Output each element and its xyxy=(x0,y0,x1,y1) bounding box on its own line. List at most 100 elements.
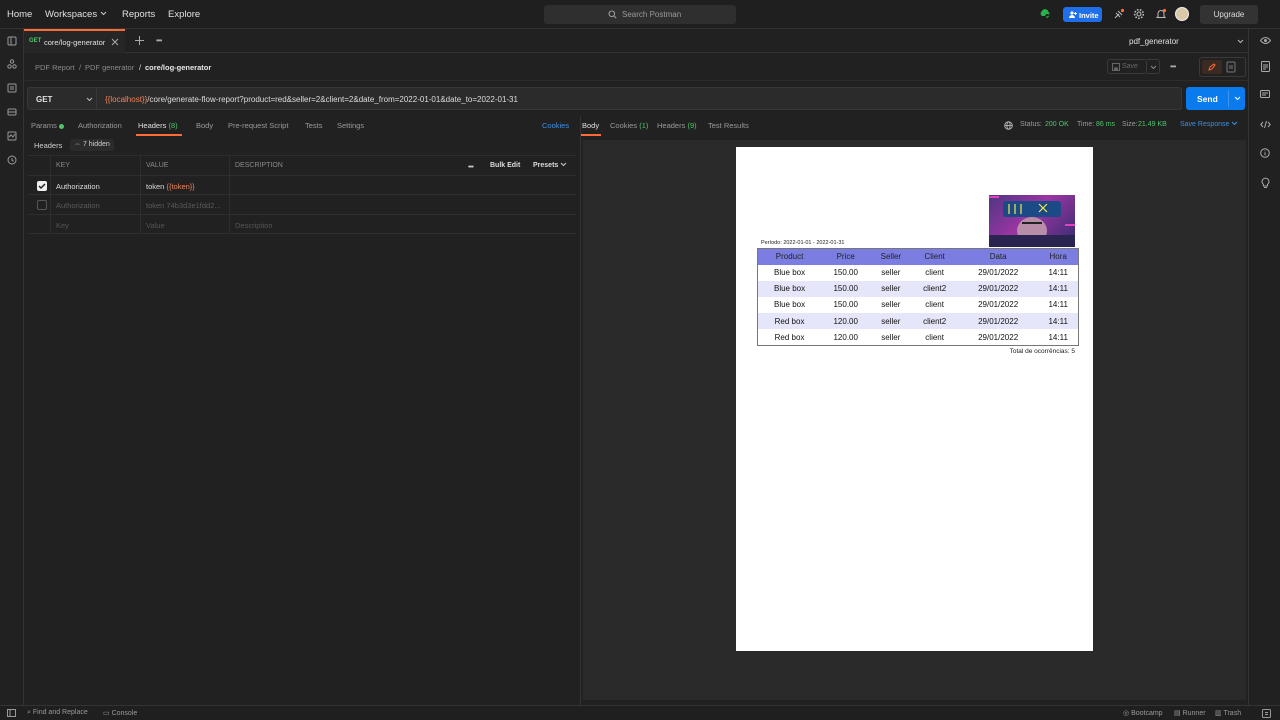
find-replace-button[interactable]: ⌕ Find and Replace xyxy=(27,709,88,717)
report-cell: seller xyxy=(881,300,901,310)
search-input[interactable]: Search Postman xyxy=(544,5,736,24)
header-value[interactable]: token {{token}} xyxy=(146,182,195,191)
key-placeholder[interactable]: Key xyxy=(56,221,69,230)
report-col-product: Product xyxy=(757,248,822,265)
help-icon[interactable] xyxy=(1262,709,1271,718)
tab-method: GET xyxy=(29,38,42,44)
history-icon[interactable] xyxy=(7,155,17,165)
pane-splitter[interactable] xyxy=(580,116,581,705)
satellite-icon[interactable] xyxy=(1113,8,1125,20)
send-button[interactable]: Send xyxy=(1186,87,1245,110)
document-icon[interactable] xyxy=(1261,61,1270,72)
tab-core-log-generator[interactable]: GET core/log-generator xyxy=(24,29,125,53)
url-input[interactable]: {{localhost}}/core/generate-flow-report?… xyxy=(97,87,1182,110)
console-label: Console xyxy=(111,710,138,717)
size-value[interactable]: 21.49 KB xyxy=(1138,121,1167,128)
console-icon: ▭ xyxy=(103,710,110,717)
pencil-icon[interactable] xyxy=(1202,60,1222,74)
sync-icon[interactable] xyxy=(1039,8,1051,20)
method-label: GET xyxy=(36,95,53,104)
url-bar: GET {{localhost}}/core/generate-flow-rep… xyxy=(24,81,1248,116)
tab-settings[interactable]: Settings xyxy=(337,121,364,130)
save-button[interactable]: Save xyxy=(1107,59,1147,74)
save-response-button[interactable]: Save Response xyxy=(1180,121,1238,128)
report-cell: seller xyxy=(881,332,901,342)
report-cell: 14:11 xyxy=(1038,280,1079,297)
bulk-edit-button[interactable]: Bulk Edit xyxy=(490,162,520,169)
environment-selector[interactable]: pdf_generator xyxy=(1124,29,1248,53)
more-icon[interactable]: ••• xyxy=(156,36,162,45)
invite-button[interactable]: Invite xyxy=(1063,7,1102,22)
save-dropdown[interactable] xyxy=(1147,59,1160,74)
view-mode-toggle[interactable] xyxy=(1199,57,1246,77)
chevron-down-icon[interactable] xyxy=(100,11,107,16)
chevron-down-icon[interactable] xyxy=(1234,96,1241,101)
tab-response-cookies[interactable]: Cookies (1) xyxy=(610,121,648,130)
row-checkbox[interactable] xyxy=(37,200,47,210)
report-cell: 14:11 xyxy=(1048,332,1068,342)
pdf-page: Período: 2022-01-01 - 2022-01-31 Product… xyxy=(736,147,1093,651)
eye-icon[interactable] xyxy=(1260,36,1271,45)
tab-tests[interactable]: Tests xyxy=(305,121,323,130)
avatar[interactable] xyxy=(1175,7,1189,21)
globe-icon[interactable] xyxy=(1004,121,1013,130)
eye-off-icon: ⇔ xyxy=(74,141,81,148)
code-icon[interactable] xyxy=(1260,120,1271,129)
bell-icon[interactable] xyxy=(1155,8,1167,20)
gear-icon[interactable] xyxy=(1133,8,1145,20)
upgrade-button[interactable]: Upgrade xyxy=(1200,5,1258,24)
mock-servers-icon[interactable] xyxy=(7,107,17,117)
presets-button[interactable]: Presets xyxy=(533,162,567,169)
user-plus-icon xyxy=(1069,11,1077,18)
info-icon[interactable] xyxy=(1260,148,1270,158)
row-checkbox[interactable] xyxy=(37,180,47,191)
time-value[interactable]: 86 ms xyxy=(1096,121,1115,128)
more-icon[interactable]: ••• xyxy=(1170,62,1176,71)
sidebar-toggle-icon[interactable] xyxy=(7,709,16,717)
trash-button[interactable]: ▥ Trash xyxy=(1215,709,1241,717)
comment-icon[interactable] xyxy=(1260,90,1270,100)
more-icon[interactable]: ••• xyxy=(468,162,474,171)
nav-workspaces[interactable]: Workspaces xyxy=(45,9,97,20)
tab-authorization[interactable]: Authorization xyxy=(78,121,122,130)
bootcamp-button[interactable]: ◎ Bootcamp xyxy=(1123,709,1163,717)
apis-icon[interactable] xyxy=(7,59,17,69)
report-col-seller: Seller xyxy=(870,248,912,265)
tab-test-results[interactable]: Test Results xyxy=(708,121,749,130)
tab-response-headers[interactable]: Headers (9) xyxy=(657,121,697,130)
report-cell: seller xyxy=(881,268,901,278)
url-path: /core/generate-flow-report?product=red&s… xyxy=(147,95,518,104)
header-key[interactable]: Authorization xyxy=(56,201,100,210)
description-placeholder[interactable]: Description xyxy=(235,221,273,230)
status-value[interactable]: 200 OK xyxy=(1045,121,1069,128)
header-key[interactable]: Authorization xyxy=(56,182,100,191)
runner-button[interactable]: ▤ Runner xyxy=(1174,709,1206,717)
hidden-headers-toggle[interactable]: ⇔ 7 hidden xyxy=(70,139,114,151)
environments-icon[interactable] xyxy=(7,83,17,93)
tab-response-body[interactable]: Body xyxy=(582,121,599,130)
nav-reports[interactable]: Reports xyxy=(122,9,155,20)
header-value[interactable]: token 74b3d3e1fdd2... xyxy=(146,201,221,210)
plus-icon[interactable] xyxy=(135,36,144,45)
document-icon[interactable] xyxy=(1226,61,1236,73)
report-cell: Blue box xyxy=(757,280,822,297)
nav-home[interactable]: Home xyxy=(7,9,32,20)
cookies-link[interactable]: Cookies xyxy=(542,121,569,130)
method-select[interactable]: GET xyxy=(27,87,97,110)
table-row: Authorization token {{token}} xyxy=(28,175,576,195)
monitors-icon[interactable] xyxy=(7,131,17,141)
collections-icon[interactable] xyxy=(7,36,17,46)
console-button[interactable]: ▭ Console xyxy=(103,709,137,717)
breadcrumb-pdf-generator[interactable]: PDF generator xyxy=(85,63,134,72)
tab-prerequest-script[interactable]: Pre-request Script xyxy=(228,121,288,130)
value-placeholder[interactable]: Value xyxy=(146,221,165,230)
close-icon[interactable] xyxy=(111,38,119,46)
tab-headers[interactable]: Headers (8) xyxy=(138,121,178,130)
chevron-down-icon xyxy=(1237,39,1244,44)
lightbulb-icon[interactable] xyxy=(1261,177,1270,188)
breadcrumb-pdf-report[interactable]: PDF Report xyxy=(35,63,75,72)
tab-params[interactable]: Params xyxy=(31,121,64,130)
tab-body[interactable]: Body xyxy=(196,121,213,130)
nav-explore[interactable]: Explore xyxy=(168,9,200,20)
presets-label: Presets xyxy=(533,162,559,169)
